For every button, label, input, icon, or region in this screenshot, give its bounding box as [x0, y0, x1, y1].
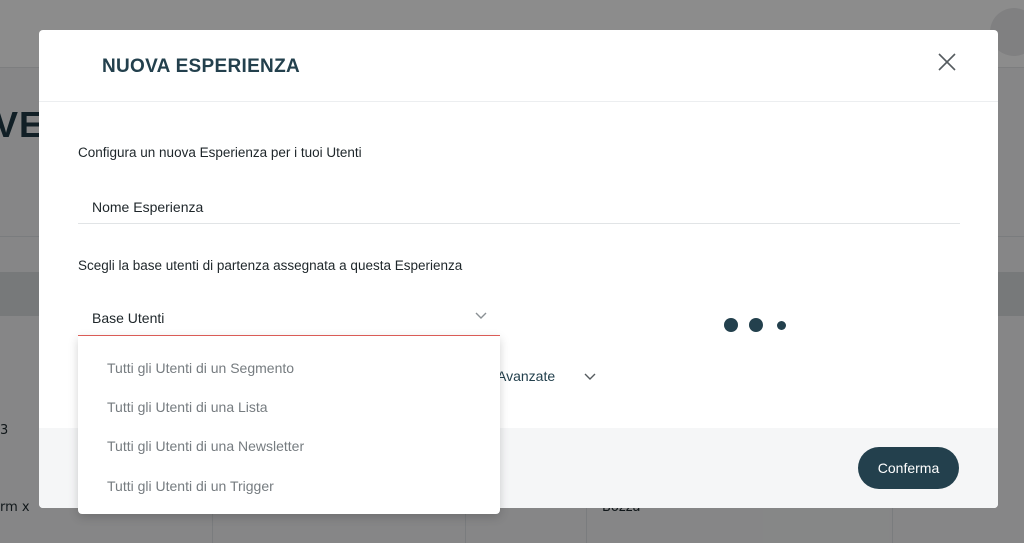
close-icon: [938, 53, 956, 71]
base-users-select[interactable]: Base Utenti: [78, 303, 500, 336]
base-users-select-value: Base Utenti: [92, 310, 165, 326]
intro-label: Configura un nuova Esperienza per i tuoi…: [78, 145, 362, 160]
advanced-toggle[interactable]: Avanzate: [497, 368, 555, 384]
dropdown-option-trigger[interactable]: Tutti gli Utenti di un Trigger: [107, 478, 274, 494]
loading-dot: [749, 318, 763, 332]
close-button[interactable]: [936, 51, 958, 73]
chevron-down-icon: [475, 312, 487, 319]
loading-dot: [724, 318, 738, 332]
experience-name-input[interactable]: [78, 190, 960, 224]
loading-dot: [777, 321, 786, 330]
dropdown-option-newsletter[interactable]: Tutti gli Utenti di una Newsletter: [107, 438, 304, 454]
base-users-label: Scegli la base utenti di partenza assegn…: [78, 258, 463, 273]
dropdown-option-segment[interactable]: Tutti gli Utenti di un Segmento: [107, 360, 294, 376]
chevron-down-icon[interactable]: [583, 372, 597, 382]
modal-header: NUOVA ESPERIENZA: [39, 30, 998, 102]
base-users-dropdown: Tutti gli Utenti di un Segmento Tutti gl…: [78, 336, 500, 514]
dropdown-option-list[interactable]: Tutti gli Utenti di una Lista: [107, 399, 268, 415]
modal-title: NUOVA ESPERIENZA: [102, 56, 300, 77]
confirm-button[interactable]: Conferma: [858, 447, 959, 489]
